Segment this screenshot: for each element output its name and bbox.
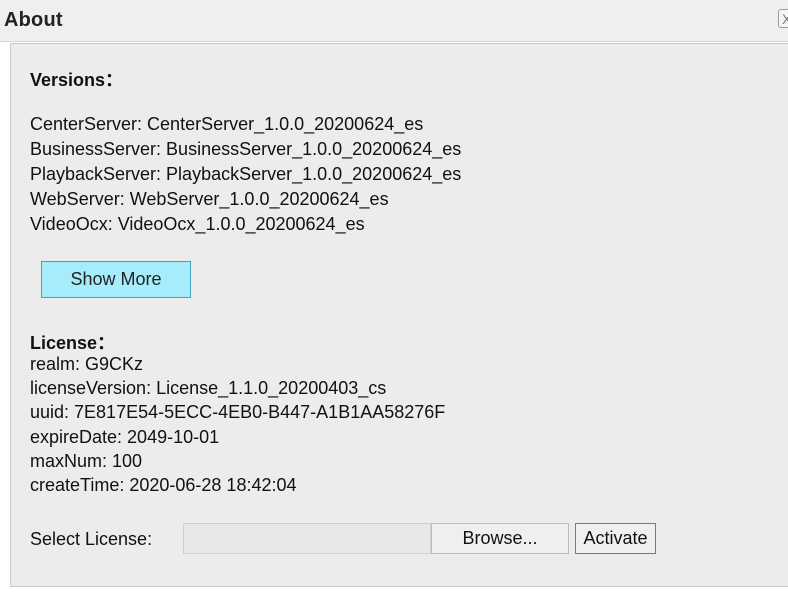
version-line-webserver: WebServer: WebServer_1.0.0_20200624_es bbox=[30, 189, 389, 209]
activate-button[interactable]: Activate bbox=[575, 523, 656, 554]
browse-button[interactable]: Browse... bbox=[431, 523, 569, 554]
version-line-videoocx: VideoOcx: VideoOcx_1.0.0_20200624_es bbox=[30, 214, 365, 234]
license-realm: realm: G9CKz bbox=[30, 354, 144, 374]
show-more-button[interactable]: Show More bbox=[41, 261, 191, 298]
select-license-label: Select License: bbox=[30, 529, 153, 549]
license-file-input[interactable] bbox=[183, 523, 431, 554]
about-dialog: About X Versions： CenterServer: CenterSe… bbox=[0, 0, 788, 592]
version-line-businessserver: BusinessServer: BusinessServer_1.0.0_202… bbox=[30, 139, 462, 159]
license-heading: License： bbox=[30, 333, 116, 353]
close-button[interactable]: X bbox=[778, 9, 788, 28]
license-max-num: maxNum: 100 bbox=[30, 451, 143, 471]
license-expire-date: expireDate: 2049-10-01 bbox=[30, 427, 220, 447]
version-line-playbackserver: PlaybackServer: PlaybackServer_1.0.0_202… bbox=[30, 164, 462, 184]
close-icon: X bbox=[782, 11, 788, 27]
dialog-titlebar: About X bbox=[0, 0, 788, 42]
version-line-centerserver: CenterServer: CenterServer_1.0.0_2020062… bbox=[30, 114, 424, 134]
versions-heading: Versions： bbox=[30, 70, 124, 90]
dialog-title: About bbox=[4, 9, 63, 31]
license-create-time: createTime: 2020-06-28 18:42:04 bbox=[30, 475, 297, 495]
license-version: licenseVersion: License_1.1.0_20200403_c… bbox=[30, 378, 387, 398]
license-uuid: uuid: 7E817E54-5ECC-4EB0-B447-A1B1AA5827… bbox=[30, 402, 446, 422]
